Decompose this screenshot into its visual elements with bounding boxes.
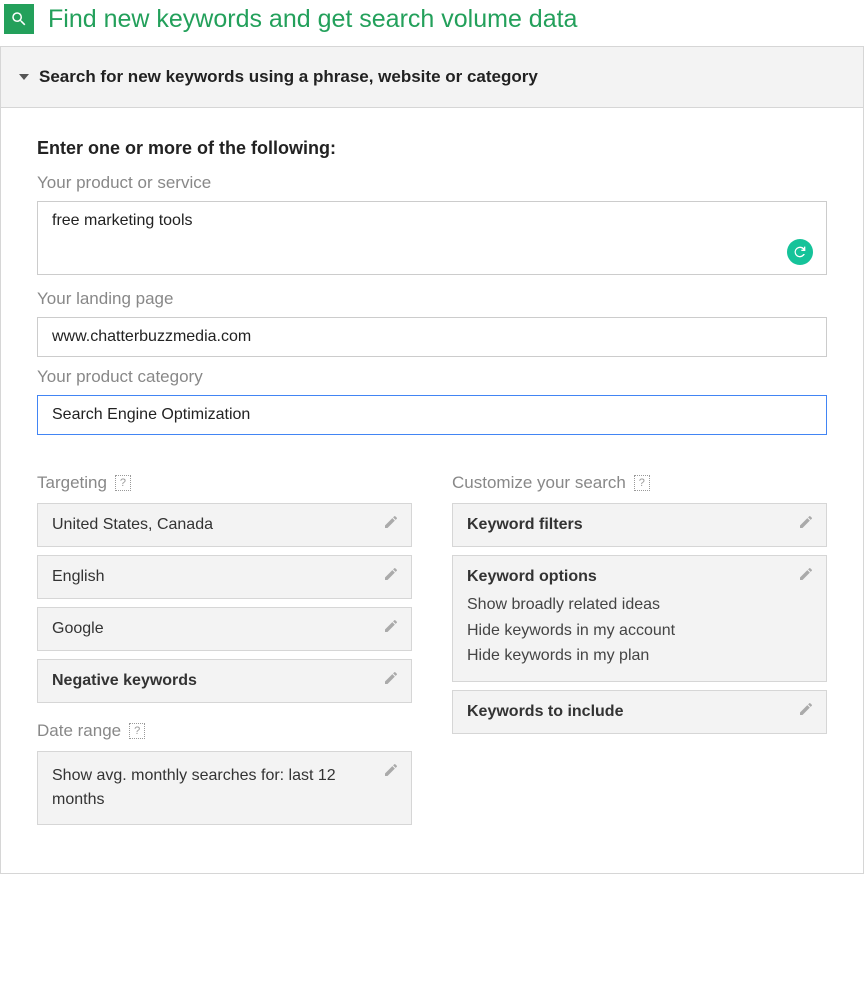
search-icon [4, 4, 34, 34]
keyword-options[interactable]: Keyword options Show broadly related ide… [452, 555, 827, 682]
targeting-location[interactable]: United States, Canada [37, 503, 412, 547]
pencil-icon [383, 514, 399, 530]
help-icon[interactable]: ? [634, 475, 650, 491]
panel-body: Enter one or more of the following: Your… [1, 108, 863, 873]
pencil-icon [798, 566, 814, 582]
pencil-icon [383, 762, 399, 778]
main-panel: Search for new keywords using a phrase, … [0, 46, 864, 874]
targeting-column: Targeting ? United States, Canada Englis… [37, 473, 412, 833]
product-service-input[interactable] [37, 201, 827, 275]
page-title: Find new keywords and get search volume … [48, 5, 577, 34]
help-icon[interactable]: ? [115, 475, 131, 491]
targeting-language[interactable]: English [37, 555, 412, 599]
customize-label: Customize your search ? [452, 473, 827, 493]
grammarly-icon [787, 239, 813, 265]
customize-label-text: Customize your search [452, 473, 626, 493]
targeting-label-text: Targeting [37, 473, 107, 493]
customize-column: Customize your search ? Keyword filters … [452, 473, 827, 833]
product-service-label: Your product or service [37, 173, 827, 193]
keywords-to-include-label: Keywords to include [467, 703, 623, 720]
targeting-label: Targeting ? [37, 473, 412, 493]
pencil-icon [798, 701, 814, 717]
product-category-label: Your product category [37, 367, 827, 387]
landing-page-label: Your landing page [37, 289, 827, 309]
pencil-icon [383, 670, 399, 686]
date-range-label: Date range ? [37, 721, 412, 741]
pencil-icon [383, 566, 399, 582]
negative-keywords-label: Negative keywords [52, 672, 197, 689]
targeting-location-value: United States, Canada [52, 516, 213, 533]
landing-page-input[interactable] [37, 317, 827, 357]
keyword-filters-label: Keyword filters [467, 516, 583, 533]
targeting-network-value: Google [52, 620, 104, 637]
keyword-option-line: Hide keywords in my plan [467, 643, 812, 669]
accordion-title: Search for new keywords using a phrase, … [39, 67, 538, 87]
chevron-down-icon [19, 74, 29, 80]
section-heading: Enter one or more of the following: [37, 138, 827, 159]
keyword-option-line: Hide keywords in my account [467, 618, 812, 644]
targeting-language-value: English [52, 568, 104, 585]
keywords-to-include[interactable]: Keywords to include [452, 690, 827, 734]
date-range-value: Show avg. monthly searches for: last 12 … [52, 767, 336, 808]
product-category-input[interactable] [37, 395, 827, 435]
help-icon[interactable]: ? [129, 723, 145, 739]
date-range-label-text: Date range [37, 721, 121, 741]
keyword-option-line: Show broadly related ideas [467, 592, 812, 618]
targeting-network[interactable]: Google [37, 607, 412, 651]
pencil-icon [798, 514, 814, 530]
keyword-filters[interactable]: Keyword filters [452, 503, 827, 547]
accordion-toggle[interactable]: Search for new keywords using a phrase, … [1, 47, 863, 108]
page-header: Find new keywords and get search volume … [0, 0, 864, 46]
pencil-icon [383, 618, 399, 634]
date-range-selector[interactable]: Show avg. monthly searches for: last 12 … [37, 751, 412, 825]
keyword-options-title: Keyword options [467, 568, 597, 585]
negative-keywords[interactable]: Negative keywords [37, 659, 412, 703]
